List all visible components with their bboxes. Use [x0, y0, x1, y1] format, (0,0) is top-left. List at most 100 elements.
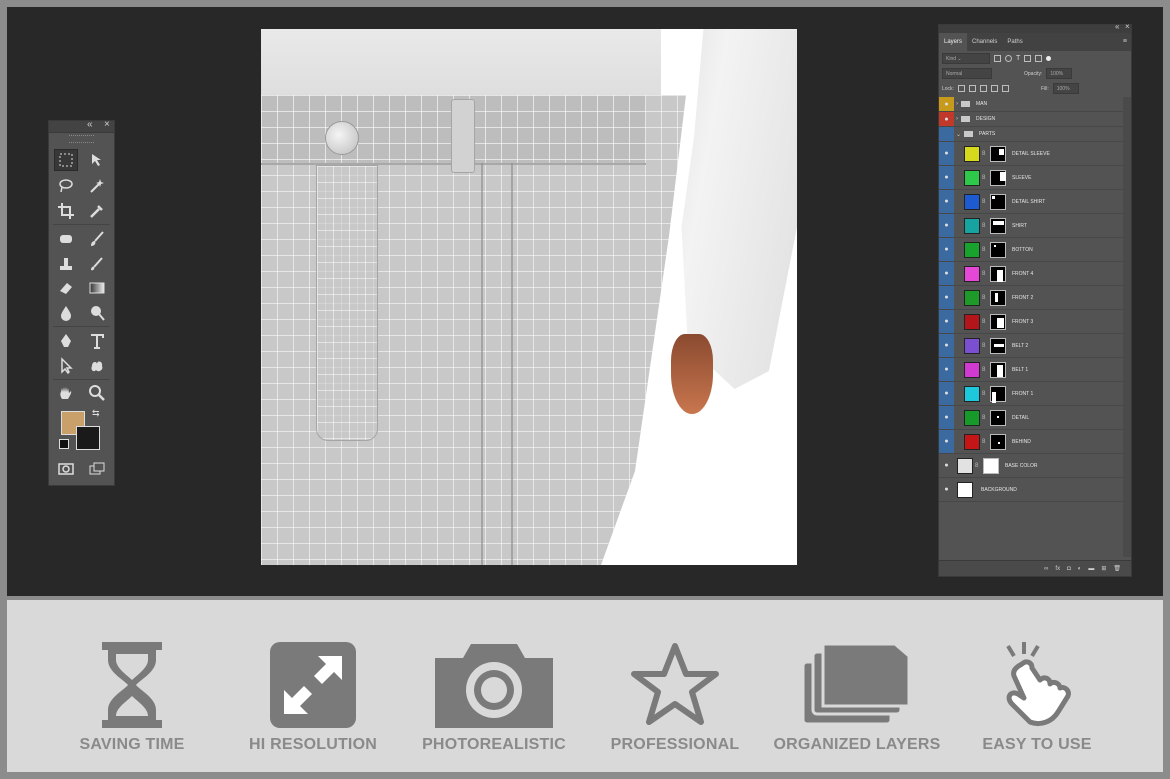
- swap-colors-icon[interactable]: ⇆: [92, 408, 100, 419]
- visibility-eye-icon[interactable]: ●: [939, 478, 954, 501]
- visibility-eye-icon[interactable]: ●: [939, 262, 954, 285]
- clone-stamp-tool-icon[interactable]: [54, 253, 78, 275]
- new-layer-icon[interactable]: ⊞: [1101, 565, 1106, 572]
- fill-field[interactable]: 100%: [1052, 83, 1079, 94]
- new-group-icon[interactable]: ▬: [1088, 566, 1094, 572]
- layer-row-behind[interactable]: ● 8 BEHIND: [939, 430, 1124, 454]
- layers-scrollbar[interactable]: [1123, 97, 1131, 557]
- visibility-eye-icon[interactable]: ●: [939, 97, 954, 111]
- layer-row-detail[interactable]: ● 8 DETAIL: [939, 406, 1124, 430]
- quick-mask-icon[interactable]: [54, 458, 78, 480]
- brush-tool-icon[interactable]: [85, 228, 109, 250]
- layer-row-belt-1[interactable]: ● 8 BELT 1: [939, 358, 1124, 382]
- adjustment-layer-icon[interactable]: ◐: [1078, 566, 1082, 572]
- add-mask-icon[interactable]: ◘: [1067, 566, 1071, 572]
- layer-row-front-4[interactable]: ● 8 FRONT 4: [939, 262, 1124, 286]
- lasso-tool-icon[interactable]: [54, 175, 78, 197]
- expand-icon[interactable]: ›: [956, 101, 958, 107]
- layer-group-parts[interactable]: ⌄ PARTS: [939, 127, 1124, 142]
- visibility-eye-icon[interactable]: ●: [939, 112, 954, 126]
- visibility-eye-icon[interactable]: ●: [939, 190, 954, 213]
- visibility-eye-icon[interactable]: [939, 127, 954, 141]
- layer-group-design[interactable]: ● › DESIGN: [939, 112, 1124, 127]
- pixel-filter-icon[interactable]: [994, 55, 1001, 62]
- layer-row-background[interactable]: ● BACKGROUND: [939, 478, 1124, 502]
- screen-mode-icon[interactable]: [85, 458, 109, 480]
- crop-tool-icon[interactable]: [54, 200, 78, 222]
- tab-layers[interactable]: Layers: [939, 33, 968, 51]
- layer-row-front-2[interactable]: ● 8 FRONT 2: [939, 286, 1124, 310]
- link-layers-icon[interactable]: ∞: [1044, 566, 1048, 572]
- close-icon[interactable]: ×: [1125, 22, 1130, 31]
- toolbox-header[interactable]: « ×: [49, 119, 114, 133]
- zoom-tool-icon[interactable]: [85, 382, 109, 404]
- shape-filter-icon[interactable]: [1024, 55, 1032, 62]
- document-canvas[interactable]: [261, 29, 797, 565]
- magic-wand-tool-icon[interactable]: [85, 175, 109, 197]
- layer-row-botton[interactable]: ● 8 BOTTON: [939, 238, 1124, 262]
- marquee-tool-icon[interactable]: [54, 149, 78, 171]
- visibility-eye-icon[interactable]: ●: [939, 406, 954, 429]
- hand-tool-icon[interactable]: [54, 382, 78, 404]
- visibility-eye-icon[interactable]: ●: [939, 310, 954, 333]
- eraser-tool-icon[interactable]: [54, 277, 78, 299]
- blur-tool-icon[interactable]: [54, 302, 78, 324]
- layer-group-man[interactable]: ● › MAN: [939, 97, 1124, 112]
- collapse-icon[interactable]: «: [87, 119, 93, 130]
- layer-row-base-color[interactable]: ● 8 BASE COLOR: [939, 454, 1124, 478]
- visibility-eye-icon[interactable]: ●: [939, 334, 954, 357]
- tab-channels[interactable]: Channels: [967, 33, 1002, 51]
- history-brush-tool-icon[interactable]: [85, 253, 109, 275]
- camera-icon: [435, 644, 553, 728]
- expand-icon[interactable]: ›: [956, 116, 958, 122]
- visibility-eye-icon[interactable]: ●: [939, 214, 954, 237]
- lock-all-icon[interactable]: [1001, 85, 1009, 92]
- eyedropper-tool-icon[interactable]: [85, 200, 109, 222]
- fx-icon[interactable]: fx: [1055, 566, 1060, 572]
- toolbox-grip[interactable]: [69, 135, 94, 143]
- spot-healing-tool-icon[interactable]: [54, 228, 78, 250]
- visibility-eye-icon[interactable]: ●: [939, 166, 954, 189]
- move-tool-icon[interactable]: [85, 149, 109, 171]
- filter-toggle-icon[interactable]: [1046, 56, 1052, 61]
- layer-row-front-3[interactable]: ● 8 FRONT 3: [939, 310, 1124, 334]
- lock-transparent-icon[interactable]: [957, 85, 965, 92]
- visibility-eye-icon[interactable]: ●: [939, 454, 954, 477]
- filter-kind-select[interactable]: Kind ⌄: [942, 53, 990, 64]
- layer-row-sleeve[interactable]: ● 8 SLEEVE: [939, 166, 1124, 190]
- collapse-caret-icon[interactable]: ⌄: [956, 131, 961, 138]
- layer-row-shirt[interactable]: ● 8 SHIRT: [939, 214, 1124, 238]
- close-icon[interactable]: ×: [104, 119, 110, 130]
- gradient-tool-icon[interactable]: [85, 277, 109, 299]
- visibility-eye-icon[interactable]: ●: [939, 382, 954, 405]
- adjustment-filter-icon[interactable]: [1005, 55, 1012, 62]
- tab-paths[interactable]: Paths: [1002, 33, 1027, 51]
- visibility-eye-icon[interactable]: ●: [939, 430, 954, 453]
- custom-shape-tool-icon[interactable]: [85, 355, 109, 377]
- layer-row-front-1[interactable]: ● 8 FRONT 1: [939, 382, 1124, 406]
- lock-artboard-icon[interactable]: [990, 85, 998, 92]
- visibility-eye-icon[interactable]: ●: [939, 142, 954, 165]
- trash-icon[interactable]: 🗑: [1113, 565, 1121, 572]
- lock-position-icon[interactable]: [979, 85, 987, 92]
- opacity-field[interactable]: 100%: [1046, 68, 1073, 79]
- layer-row-belt-2[interactable]: ● 8 BELT 2: [939, 334, 1124, 358]
- panel-menu-icon[interactable]: ≡: [1123, 38, 1127, 45]
- lock-pixels-icon[interactable]: [968, 85, 976, 92]
- dodge-tool-icon[interactable]: [85, 302, 109, 324]
- smart-object-filter-icon[interactable]: [1035, 55, 1043, 62]
- visibility-eye-icon[interactable]: ●: [939, 286, 954, 309]
- path-selection-tool-icon[interactable]: [54, 355, 78, 377]
- layers-panel-header[interactable]: « ×: [939, 22, 1131, 33]
- collapse-icon[interactable]: «: [1115, 22, 1119, 31]
- visibility-eye-icon[interactable]: ●: [939, 238, 954, 261]
- layer-row-detail-sleeve[interactable]: ● 8 DETAIL SLEEVE: [939, 142, 1124, 166]
- visibility-eye-icon[interactable]: ●: [939, 358, 954, 381]
- pen-tool-icon[interactable]: [54, 330, 78, 352]
- layer-row-detail-shirt[interactable]: ● 8 DETAIL SHIRT: [939, 190, 1124, 214]
- default-colors-icon[interactable]: [59, 439, 69, 449]
- type-filter-icon[interactable]: T: [1016, 55, 1020, 62]
- blend-mode-select[interactable]: Normal: [942, 68, 992, 79]
- background-color-swatch[interactable]: [76, 426, 100, 450]
- type-tool-icon[interactable]: [85, 330, 109, 352]
